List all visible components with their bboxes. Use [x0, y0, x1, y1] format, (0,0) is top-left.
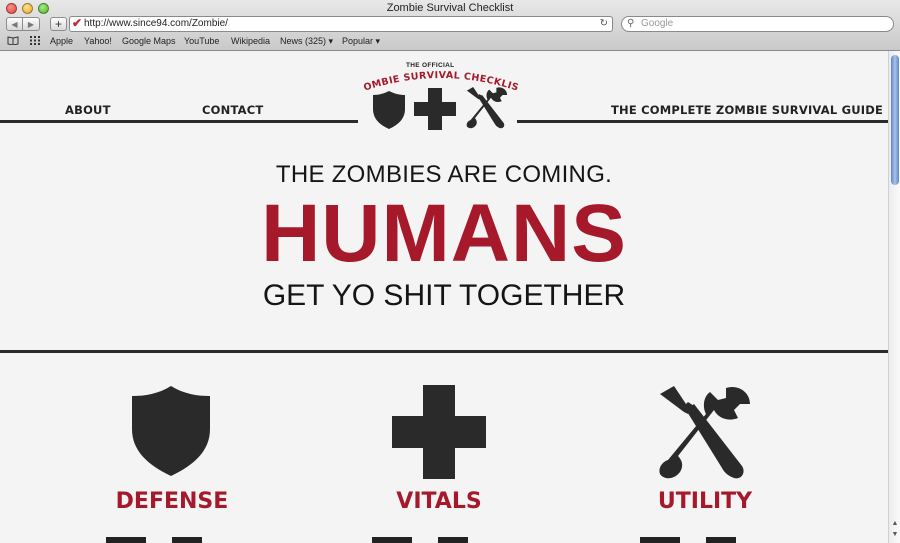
scroll-up-arrow-icon[interactable]: ▲ — [890, 519, 900, 529]
partial-content — [438, 537, 468, 543]
browser-window: Zombie Survival Checklist ◀ ▶ + ✔ http:/… — [0, 0, 900, 543]
partial-content — [372, 537, 412, 543]
scroll-down-arrow-icon[interactable]: ▼ — [890, 530, 900, 540]
bookmark-apple[interactable]: Apple — [50, 36, 73, 46]
cross-icon — [392, 385, 486, 479]
logo-cross-icon — [414, 88, 456, 130]
nav-guide-link[interactable]: THE COMPLETE ZOMBIE SURVIVAL GUIDE — [611, 103, 883, 117]
logo-tools-icon — [466, 87, 508, 129]
bookmark-yahoo[interactable]: Yahoo! — [84, 36, 112, 46]
book-icon[interactable] — [7, 36, 19, 45]
bookmark-wikipedia[interactable]: Wikipedia — [231, 36, 270, 46]
bookmark-youtube[interactable]: YouTube — [184, 36, 219, 46]
hero-headline: HUMANS — [261, 188, 627, 279]
category-utility-label: UTILITY — [657, 489, 753, 514]
shield-icon — [132, 386, 210, 476]
partial-content — [706, 537, 736, 543]
address-bar[interactable]: ✔ http://www.since94.com/Zombie/ ↻ — [69, 16, 613, 32]
hero-tagline: THE ZOMBIES ARE COMING. — [275, 161, 613, 188]
tools-icon — [659, 386, 750, 479]
site-favicon-icon: ✔ — [72, 16, 83, 30]
partial-content — [172, 537, 202, 543]
bookmark-google-maps[interactable]: Google Maps — [122, 36, 176, 46]
back-button[interactable]: ◀ — [6, 17, 23, 31]
bookmark-news[interactable]: News (325) ▾ — [280, 36, 333, 47]
search-placeholder: Google — [641, 18, 674, 29]
history-buttons: ◀ ▶ — [6, 17, 40, 31]
nav-about-link[interactable]: ABOUT — [65, 103, 111, 117]
bookmarks-bar: Apple Yahoo! Google Maps YouTube Wikiped… — [0, 34, 900, 48]
web-page: ABOUT CONTACT THE COMPLETE ZOMBIE SURVIV… — [0, 51, 888, 543]
scrollbar-thumb[interactable] — [891, 55, 899, 185]
address-bar-url: http://www.since94.com/Zombie/ — [84, 18, 228, 29]
category-vitals-label: VITALS — [396, 489, 482, 514]
category-defense-label: DEFENSE — [115, 489, 229, 514]
search-field[interactable]: ⚲ Google — [621, 16, 894, 32]
bookmark-popular[interactable]: Popular ▾ — [342, 36, 380, 47]
reload-icon[interactable]: ↻ — [600, 17, 608, 31]
hero-subline: GET YO SHIT TOGETHER — [262, 279, 626, 312]
browser-toolbar: Zombie Survival Checklist ◀ ▶ + ✔ http:/… — [0, 0, 900, 51]
window-title: Zombie Survival Checklist — [386, 2, 514, 14]
add-bookmark-button[interactable]: + — [50, 17, 67, 31]
vertical-scrollbar[interactable]: ▲ ▼ — [888, 51, 900, 543]
partial-content — [106, 537, 146, 543]
section-divider — [0, 350, 888, 353]
search-icon: ⚲ — [627, 18, 635, 29]
forward-button[interactable]: ▶ — [23, 17, 40, 31]
nav-rule-left — [0, 120, 358, 123]
nav-rule-right — [517, 120, 888, 123]
partial-content — [640, 537, 680, 543]
nav-contact-link[interactable]: CONTACT — [202, 103, 263, 117]
grid-icon[interactable] — [29, 36, 41, 45]
logo-shield-icon — [373, 91, 405, 129]
